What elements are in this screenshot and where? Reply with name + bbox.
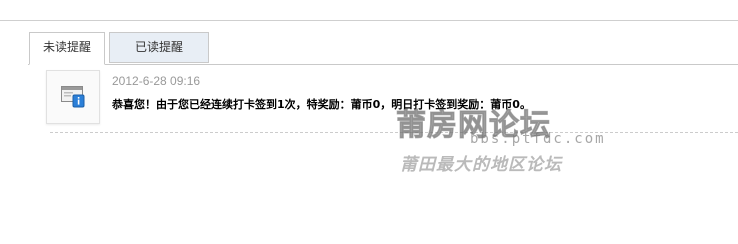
watermark-slogan: 莆田最大的地区论坛 <box>400 155 562 175</box>
system-notice-icon <box>61 86 85 108</box>
notice-message: 恭喜您！由于您已经连续打卡签到1次，特奖励：莆币0，明日打卡签到奖励：莆币0。 <box>112 98 531 111</box>
notice-time: 2012-6-28 09:16 <box>112 74 201 88</box>
header-divider <box>0 20 738 21</box>
item-divider <box>50 132 738 133</box>
tab-read[interactable]: 已读提醒 <box>109 32 209 63</box>
notification-page: 未读提醒 已读提醒 2012-6-28 09:16 恭喜您！由于您已经连续打卡签… <box>0 0 738 244</box>
tab-unread[interactable]: 未读提醒 <box>29 32 105 65</box>
avatar[interactable] <box>46 70 100 124</box>
notice-item: 2012-6-28 09:16 恭喜您！由于您已经连续打卡签到1次，特奖励：莆币… <box>46 70 738 134</box>
tab-bar: 未读提醒 已读提醒 <box>28 32 738 65</box>
